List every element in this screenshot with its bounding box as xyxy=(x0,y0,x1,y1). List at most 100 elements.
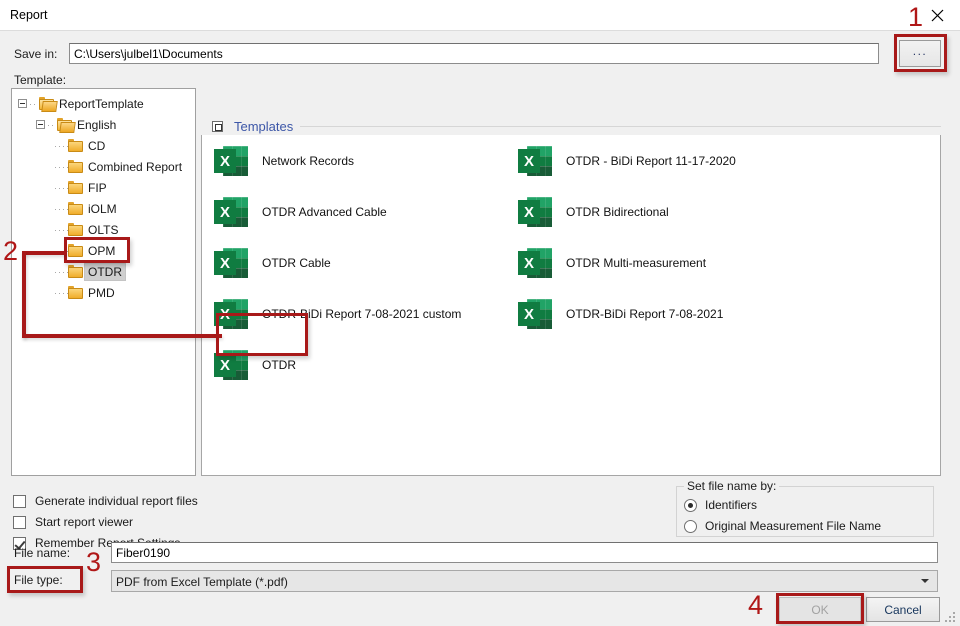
checkbox-icon[interactable] xyxy=(13,494,26,508)
resize-grip[interactable] xyxy=(945,612,957,624)
option-label: Generate individual report files xyxy=(35,494,198,508)
annotation-number-2: 2 xyxy=(3,236,19,266)
annotation-number-4: 4 xyxy=(748,590,764,620)
tree-item-label: OTDR xyxy=(84,262,126,281)
set-file-name-by-title: Set file name by: xyxy=(684,479,780,493)
window-titlebar: Report xyxy=(0,0,960,30)
tree-connector: ···· xyxy=(54,161,70,172)
excel-file-icon: X xyxy=(518,145,552,177)
tree-item-combined-report[interactable]: ···· Combined Report xyxy=(18,156,195,177)
tree-connector: ···· xyxy=(54,203,70,214)
annotation-connector-h2 xyxy=(22,334,222,338)
tree-item-fip[interactable]: ···· FIP xyxy=(18,177,195,198)
template-item-label: OTDR xyxy=(262,358,296,372)
file-type-select[interactable]: PDF from Excel Template (*.pdf) xyxy=(111,570,938,592)
option-label: Start report viewer xyxy=(35,515,134,529)
folder-icon xyxy=(68,243,84,258)
tree-connector: ···· xyxy=(54,287,70,298)
tree-item-label: OPM xyxy=(88,243,116,258)
template-label: Template: xyxy=(14,73,67,87)
radio-label: Original Measurement File Name xyxy=(705,519,882,533)
template-tree[interactable]: ·· ReportTemplate ·· English ···· CD ···· Combi… xyxy=(11,88,196,476)
template-item-label: OTDR - BiDi Report 11-17-2020 xyxy=(566,154,736,168)
save-in-input[interactable]: C:\Users\julbel1\Documents xyxy=(69,43,879,64)
folder-open-icon xyxy=(39,96,55,111)
template-item-label: OTDR Cable xyxy=(262,256,331,270)
template-item[interactable]: X OTDR xyxy=(214,345,296,385)
checkbox-icon[interactable] xyxy=(13,515,26,529)
tree-connector: ·· xyxy=(29,98,37,109)
template-item-label: OTDR-BiDi Report 7-08-2021 xyxy=(566,307,724,321)
browse-button[interactable]: ... xyxy=(899,40,941,67)
tree-item-label: CD xyxy=(88,138,106,153)
template-item[interactable]: X OTDR Cable xyxy=(214,243,331,283)
file-type-label: File type: xyxy=(14,573,63,587)
save-in-label: Save in: xyxy=(14,47,58,61)
tree-collapse-icon[interactable] xyxy=(36,120,45,129)
tree-connector: ·· xyxy=(47,119,55,130)
tree-item-iolm[interactable]: ···· iOLM xyxy=(18,198,195,219)
excel-file-icon: X xyxy=(214,145,248,177)
file-name-label: File name: xyxy=(14,546,71,560)
folder-icon xyxy=(68,180,84,195)
tree-item-label: PMD xyxy=(88,285,115,300)
option-start-report-viewer[interactable]: Start report viewer xyxy=(13,513,133,531)
tree-connector: ···· xyxy=(54,266,70,277)
excel-file-icon: X xyxy=(214,298,248,330)
report-dialog: Save in: C:\Users\julbel1\Documents ... … xyxy=(0,30,960,626)
annotation-number-3: 3 xyxy=(86,547,102,577)
template-item-label: OTDR Bidirectional xyxy=(566,205,669,219)
excel-file-icon: X xyxy=(214,196,248,228)
template-item[interactable]: X OTDR-BiDi Report 7-08-2021 custom xyxy=(214,294,461,334)
radio-original-measurement-file-name[interactable]: Original Measurement File Name xyxy=(684,518,881,534)
tree-item-otdr[interactable]: ···· OTDR xyxy=(18,261,195,282)
tree-collapse-icon[interactable] xyxy=(18,99,27,108)
templates-group-header xyxy=(201,113,941,135)
tree-item-cd[interactable]: ···· CD xyxy=(18,135,195,156)
folder-icon xyxy=(68,264,84,279)
annotation-number-1: 1 xyxy=(908,2,924,32)
window-title: Report xyxy=(10,8,48,22)
folder-open-icon xyxy=(57,117,73,132)
file-name-input[interactable]: Fiber0190 xyxy=(111,542,938,563)
folder-icon xyxy=(68,285,84,300)
radio-label: Identifiers xyxy=(705,498,758,512)
tree-item-pmd[interactable]: ···· PMD xyxy=(18,282,195,303)
template-item-label: OTDR Advanced Cable xyxy=(262,205,387,219)
tree-connector: ···· xyxy=(54,140,70,151)
templates-collapse-checkbox[interactable] xyxy=(212,121,223,132)
tree-item-label: Combined Report xyxy=(88,159,183,174)
templates-divider xyxy=(300,126,941,127)
tree-item-label: OLTS xyxy=(88,222,119,237)
template-item-label: OTDR-BiDi Report 7-08-2021 custom xyxy=(262,307,462,321)
template-item[interactable]: X OTDR Multi-measurement xyxy=(518,243,706,283)
tree-item-reporttemplate[interactable]: ·· ReportTemplate xyxy=(18,93,195,114)
template-item-label: OTDR Multi-measurement xyxy=(566,256,707,270)
cancel-button[interactable]: Cancel xyxy=(866,597,940,622)
radio-identifiers[interactable]: Identifiers xyxy=(684,497,757,513)
template-item[interactable]: X OTDR Advanced Cable xyxy=(214,192,387,232)
tree-item-olts[interactable]: ···· OLTS xyxy=(18,219,195,240)
radio-icon[interactable] xyxy=(684,498,697,512)
folder-icon xyxy=(68,201,84,216)
tree-item-label: iOLM xyxy=(88,201,117,216)
folder-icon xyxy=(68,138,84,153)
annotation-connector-v xyxy=(22,251,26,338)
templates-group-title: Templates xyxy=(229,119,299,134)
template-item[interactable]: X OTDR-BiDi Report 7-08-2021 xyxy=(518,294,723,334)
folder-icon xyxy=(68,222,84,237)
folder-icon xyxy=(68,159,84,174)
file-type-value: PDF from Excel Template (*.pdf) xyxy=(116,575,288,589)
option-generate-individual-report-files[interactable]: Generate individual report files xyxy=(13,492,198,510)
template-item[interactable]: X OTDR Bidirectional xyxy=(518,192,669,232)
template-item[interactable]: X Network Records xyxy=(214,141,354,181)
template-item[interactable]: X OTDR - BiDi Report 11-17-2020 xyxy=(518,141,736,181)
excel-file-icon: X xyxy=(214,349,248,381)
tree-item-english[interactable]: ·· English xyxy=(18,114,195,135)
tree-connector: ···· xyxy=(54,182,70,193)
excel-file-icon: X xyxy=(518,298,552,330)
radio-icon[interactable] xyxy=(684,519,697,533)
tree-item-label: English xyxy=(77,117,117,132)
excel-file-icon: X xyxy=(518,247,552,279)
ok-button[interactable]: OK xyxy=(779,597,861,622)
